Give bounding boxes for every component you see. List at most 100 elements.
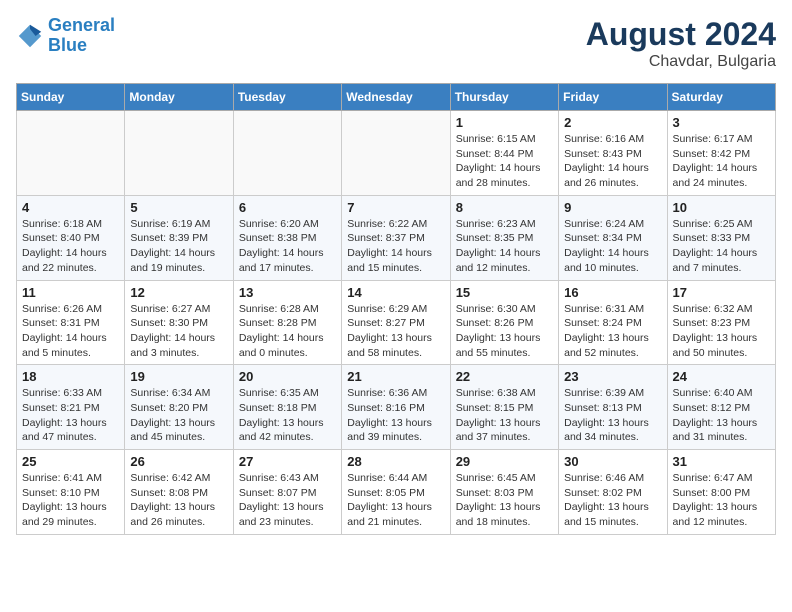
- calendar-cell: 10 Sunrise: 6:25 AM Sunset: 8:33 PM Dayli…: [667, 195, 775, 280]
- month-year: August 2024: [586, 16, 776, 53]
- day-number: 22: [456, 369, 553, 384]
- day-info: Sunrise: 6:25 AM Sunset: 8:33 PM Dayligh…: [673, 217, 770, 276]
- day-info: Sunrise: 6:39 AM Sunset: 8:13 PM Dayligh…: [564, 386, 661, 445]
- calendar-cell: 15 Sunrise: 6:30 AM Sunset: 8:26 PM Dayli…: [450, 280, 558, 365]
- calendar-cell: 27Sunrise: 6:43 AM Sunset: 8:07 PM Dayli…: [233, 450, 341, 535]
- day-info: Sunrise: 6:35 AM Sunset: 8:18 PM Dayligh…: [239, 386, 336, 445]
- calendar-week-4: 18 Sunrise: 6:33 AM Sunset: 8:21 PM Dayli…: [17, 365, 776, 450]
- calendar-cell: 8 Sunrise: 6:23 AM Sunset: 8:35 PM Daylig…: [450, 195, 558, 280]
- day-number: 3: [673, 115, 770, 130]
- calendar-cell: 6Sunrise: 6:20 AM Sunset: 8:38 PM Daylig…: [233, 195, 341, 280]
- logo: General Blue: [16, 16, 115, 56]
- day-info: Sunrise: 6:38 AM Sunset: 8:15 PM Dayligh…: [456, 386, 553, 445]
- calendar-cell: 30 Sunrise: 6:46 AM Sunset: 8:02 PM Dayli…: [559, 450, 667, 535]
- day-info: Sunrise: 6:15 AM Sunset: 8:44 PM Dayligh…: [456, 132, 553, 191]
- calendar-cell: 1 Sunrise: 6:15 AM Sunset: 8:44 PM Daylig…: [450, 111, 558, 196]
- calendar-cell: [342, 111, 450, 196]
- calendar-cell: 19 Sunrise: 6:34 AM Sunset: 8:20 PM Dayli…: [125, 365, 233, 450]
- day-info: Sunrise: 6:26 AM Sunset: 8:31 PM Dayligh…: [22, 302, 119, 361]
- day-info: Sunrise: 6:42 AM Sunset: 8:08 PM Dayligh…: [130, 471, 227, 530]
- calendar-week-3: 11 Sunrise: 6:26 AM Sunset: 8:31 PM Dayli…: [17, 280, 776, 365]
- weekday-header-friday: Friday: [559, 84, 667, 111]
- day-number: 31: [673, 454, 770, 469]
- calendar-cell: 2 Sunrise: 6:16 AM Sunset: 8:43 PM Daylig…: [559, 111, 667, 196]
- day-number: 16: [564, 285, 661, 300]
- calendar-cell: 28 Sunrise: 6:44 AM Sunset: 8:05 PM Dayli…: [342, 450, 450, 535]
- day-info: Sunrise: 6:19 AM Sunset: 8:39 PM Dayligh…: [130, 217, 227, 276]
- calendar-week-1: 1 Sunrise: 6:15 AM Sunset: 8:44 PM Daylig…: [17, 111, 776, 196]
- calendar-cell: 9Sunrise: 6:24 AM Sunset: 8:34 PM Daylig…: [559, 195, 667, 280]
- calendar-cell: 16 Sunrise: 6:31 AM Sunset: 8:24 PM Dayli…: [559, 280, 667, 365]
- day-number: 25: [22, 454, 119, 469]
- calendar-cell: 11 Sunrise: 6:26 AM Sunset: 8:31 PM Dayli…: [17, 280, 125, 365]
- day-number: 15: [456, 285, 553, 300]
- weekday-header-monday: Monday: [125, 84, 233, 111]
- day-info: Sunrise: 6:20 AM Sunset: 8:38 PM Dayligh…: [239, 217, 336, 276]
- calendar-cell: [233, 111, 341, 196]
- day-info: Sunrise: 6:45 AM Sunset: 8:03 PM Dayligh…: [456, 471, 553, 530]
- day-number: 27: [239, 454, 336, 469]
- day-info: Sunrise: 6:27 AM Sunset: 8:30 PM Dayligh…: [130, 302, 227, 361]
- day-number: 2: [564, 115, 661, 130]
- day-number: 5: [130, 200, 227, 215]
- day-info: Sunrise: 6:16 AM Sunset: 8:43 PM Dayligh…: [564, 132, 661, 191]
- day-info: Sunrise: 6:28 AM Sunset: 8:28 PM Dayligh…: [239, 302, 336, 361]
- calendar-cell: 21 Sunrise: 6:36 AM Sunset: 8:16 PM Dayli…: [342, 365, 450, 450]
- day-number: 9: [564, 200, 661, 215]
- calendar-cell: 22 Sunrise: 6:38 AM Sunset: 8:15 PM Dayli…: [450, 365, 558, 450]
- calendar-cell: 7Sunrise: 6:22 AM Sunset: 8:37 PM Daylig…: [342, 195, 450, 280]
- day-number: 4: [22, 200, 119, 215]
- calendar-cell: 12Sunrise: 6:27 AM Sunset: 8:30 PM Dayli…: [125, 280, 233, 365]
- day-number: 18: [22, 369, 119, 384]
- weekday-header-saturday: Saturday: [667, 84, 775, 111]
- weekday-header-tuesday: Tuesday: [233, 84, 341, 111]
- calendar-cell: 26Sunrise: 6:42 AM Sunset: 8:08 PM Dayli…: [125, 450, 233, 535]
- day-info: Sunrise: 6:30 AM Sunset: 8:26 PM Dayligh…: [456, 302, 553, 361]
- day-info: Sunrise: 6:46 AM Sunset: 8:02 PM Dayligh…: [564, 471, 661, 530]
- day-number: 20: [239, 369, 336, 384]
- calendar-cell: [17, 111, 125, 196]
- page-header: General Blue August 2024 Chavdar, Bulgar…: [16, 16, 776, 71]
- calendar-cell: 3 Sunrise: 6:17 AM Sunset: 8:42 PM Daylig…: [667, 111, 775, 196]
- calendar-cell: 29 Sunrise: 6:45 AM Sunset: 8:03 PM Dayli…: [450, 450, 558, 535]
- day-info: Sunrise: 6:47 AM Sunset: 8:00 PM Dayligh…: [673, 471, 770, 530]
- weekday-header-row: SundayMondayTuesdayWednesdayThursdayFrid…: [17, 84, 776, 111]
- day-number: 19: [130, 369, 227, 384]
- day-number: 7: [347, 200, 444, 215]
- day-number: 30: [564, 454, 661, 469]
- day-info: Sunrise: 6:29 AM Sunset: 8:27 PM Dayligh…: [347, 302, 444, 361]
- day-info: Sunrise: 6:44 AM Sunset: 8:05 PM Dayligh…: [347, 471, 444, 530]
- calendar-cell: 18 Sunrise: 6:33 AM Sunset: 8:21 PM Dayli…: [17, 365, 125, 450]
- day-info: Sunrise: 6:23 AM Sunset: 8:35 PM Dayligh…: [456, 217, 553, 276]
- day-number: 29: [456, 454, 553, 469]
- title-block: August 2024 Chavdar, Bulgaria: [586, 16, 776, 71]
- logo-text: General Blue: [48, 16, 115, 56]
- location: Chavdar, Bulgaria: [586, 53, 776, 71]
- calendar-cell: 5 Sunrise: 6:19 AM Sunset: 8:39 PM Daylig…: [125, 195, 233, 280]
- calendar-week-2: 4 Sunrise: 6:18 AM Sunset: 8:40 PM Daylig…: [17, 195, 776, 280]
- day-number: 17: [673, 285, 770, 300]
- calendar-cell: 17Sunrise: 6:32 AM Sunset: 8:23 PM Dayli…: [667, 280, 775, 365]
- day-number: 21: [347, 369, 444, 384]
- logo-icon: [16, 22, 44, 50]
- day-number: 10: [673, 200, 770, 215]
- calendar-cell: 23 Sunrise: 6:39 AM Sunset: 8:13 PM Dayli…: [559, 365, 667, 450]
- day-number: 28: [347, 454, 444, 469]
- calendar-cell: 4 Sunrise: 6:18 AM Sunset: 8:40 PM Daylig…: [17, 195, 125, 280]
- day-info: Sunrise: 6:34 AM Sunset: 8:20 PM Dayligh…: [130, 386, 227, 445]
- day-number: 23: [564, 369, 661, 384]
- day-number: 11: [22, 285, 119, 300]
- calendar-cell: 14Sunrise: 6:29 AM Sunset: 8:27 PM Dayli…: [342, 280, 450, 365]
- day-info: Sunrise: 6:31 AM Sunset: 8:24 PM Dayligh…: [564, 302, 661, 361]
- day-number: 1: [456, 115, 553, 130]
- calendar-cell: 31 Sunrise: 6:47 AM Sunset: 8:00 PM Dayli…: [667, 450, 775, 535]
- day-info: Sunrise: 6:36 AM Sunset: 8:16 PM Dayligh…: [347, 386, 444, 445]
- day-info: Sunrise: 6:17 AM Sunset: 8:42 PM Dayligh…: [673, 132, 770, 191]
- day-number: 8: [456, 200, 553, 215]
- day-info: Sunrise: 6:18 AM Sunset: 8:40 PM Dayligh…: [22, 217, 119, 276]
- calendar-cell: 20 Sunrise: 6:35 AM Sunset: 8:18 PM Dayli…: [233, 365, 341, 450]
- weekday-header-sunday: Sunday: [17, 84, 125, 111]
- weekday-header-thursday: Thursday: [450, 84, 558, 111]
- calendar-cell: 13Sunrise: 6:28 AM Sunset: 8:28 PM Dayli…: [233, 280, 341, 365]
- day-info: Sunrise: 6:33 AM Sunset: 8:21 PM Dayligh…: [22, 386, 119, 445]
